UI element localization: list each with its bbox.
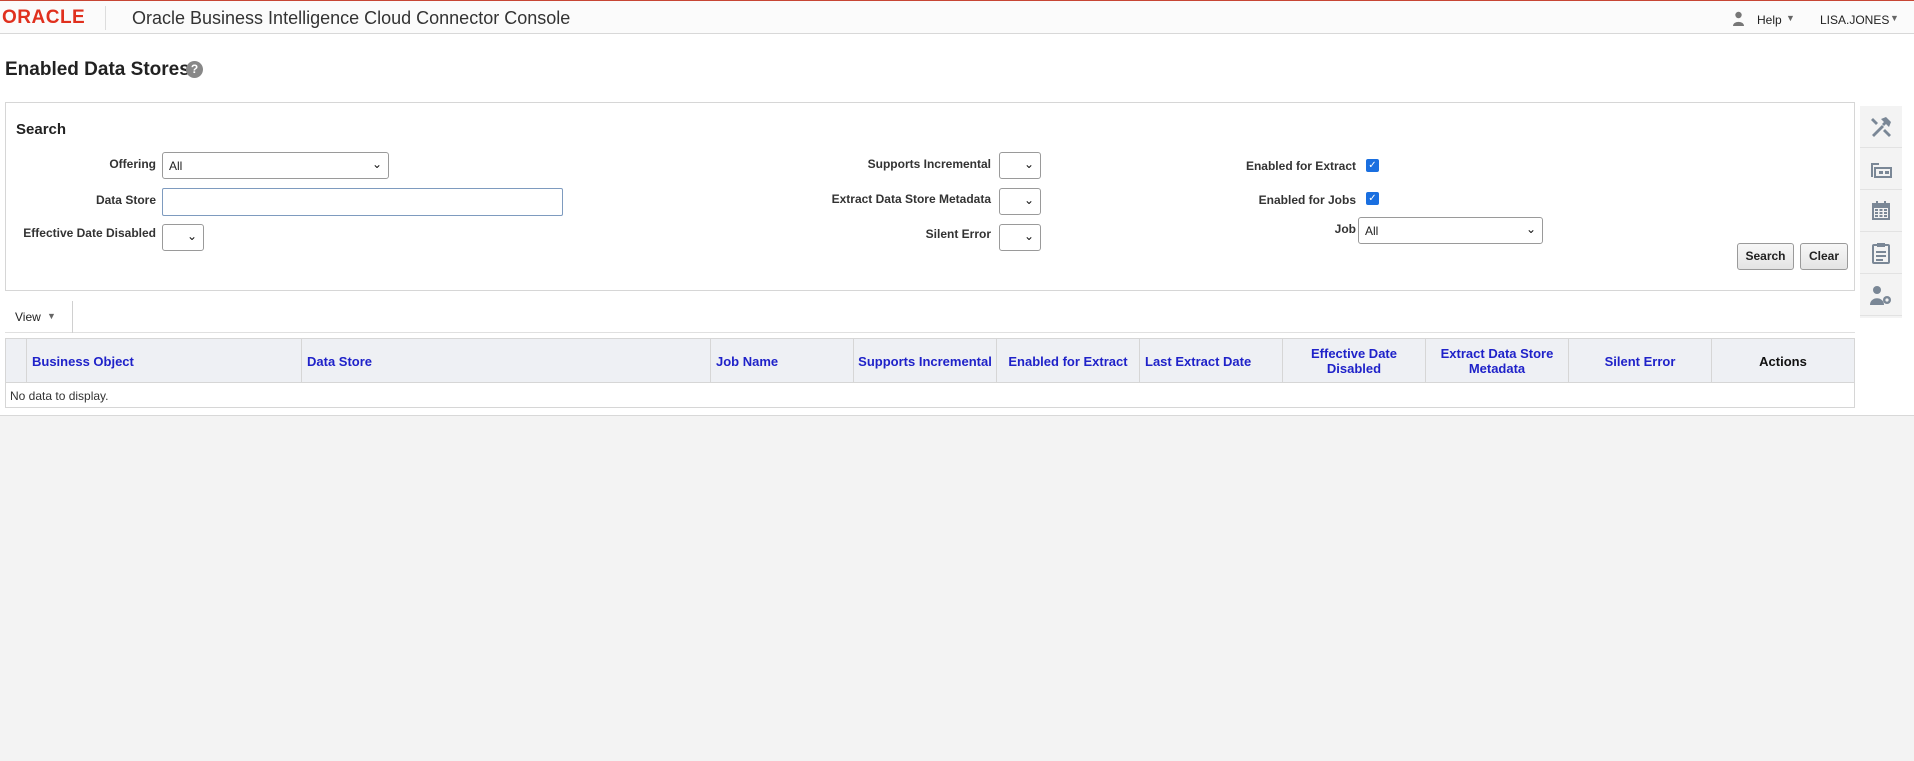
page-title: Enabled Data Stores [5, 59, 190, 80]
offering-label: Offering [109, 157, 156, 171]
chevron-down-icon[interactable]: ▼ [47, 311, 56, 321]
row-selector-header [6, 339, 27, 383]
rail-user-settings-button[interactable] [1860, 274, 1902, 316]
column-header-enabled-for-extract[interactable]: Enabled for Extract [997, 339, 1140, 383]
effective-date-disabled-select[interactable]: ⌄ [162, 224, 204, 251]
rail-calendar-button[interactable] [1860, 190, 1902, 232]
right-rail [1860, 106, 1902, 318]
extract-metadata-select[interactable]: ⌄ [999, 188, 1041, 215]
search-title: Search [16, 121, 67, 138]
help-icon[interactable]: ? [186, 61, 203, 78]
enabled-for-jobs-label: Enabled for Jobs [1258, 193, 1356, 207]
chevron-down-icon: ⌄ [1525, 222, 1536, 236]
search-panel: Search Offering All ⌄ Data Store Effecti… [5, 102, 1855, 291]
search-button[interactable]: Search [1737, 243, 1794, 270]
supports-incremental-select[interactable]: ⌄ [999, 152, 1041, 179]
supports-incremental-label: Supports Incremental [867, 157, 991, 171]
data-store-label: Data Store [95, 193, 156, 207]
clear-button[interactable]: Clear [1800, 243, 1848, 270]
column-header-last-extract-date[interactable]: Last Extract Date [1140, 339, 1283, 383]
chevron-down-icon[interactable]: ▼ [1786, 13, 1795, 23]
app-title: Oracle Business Intelligence Cloud Conne… [132, 8, 571, 28]
column-header-data-store[interactable]: Data Store [302, 339, 711, 383]
chevron-down-icon: ⌄ [1023, 193, 1034, 207]
toolbar-divider [72, 301, 73, 333]
job-label: Job [1334, 222, 1356, 236]
column-header-job-name[interactable]: Job Name [711, 339, 854, 383]
offering-select[interactable]: All ⌄ [162, 152, 389, 179]
enabled-for-jobs-checkbox[interactable]: ✓ [1366, 192, 1379, 205]
job-select-value: All [1365, 224, 1379, 238]
table-header: Business Object Data Store Job Name Supp… [6, 339, 1854, 383]
column-header-extract-data-store-metadata[interactable]: Extract Data Store Metadata [1426, 339, 1569, 383]
rail-clipboard-button[interactable] [1860, 232, 1902, 274]
rail-data-store-button[interactable] [1860, 148, 1902, 190]
data-store-input[interactable] [162, 188, 563, 216]
user-menu[interactable]: LISA.JONES [1820, 13, 1889, 27]
chevron-down-icon: ⌄ [1023, 157, 1034, 171]
view-toolbar: View ▼ [5, 301, 1855, 333]
rail-tools-button[interactable] [1860, 106, 1902, 148]
column-header-business-object[interactable]: Business Object [27, 339, 302, 383]
user-icon[interactable] [1732, 11, 1745, 26]
column-header-silent-error[interactable]: Silent Error [1569, 339, 1712, 383]
job-select[interactable]: All ⌄ [1358, 217, 1543, 244]
chevron-down-icon[interactable]: ▼ [1890, 13, 1899, 23]
chevron-down-icon: ⌄ [186, 229, 197, 243]
top-header: ORACLE Oracle Business Intelligence Clou… [0, 0, 1914, 34]
oracle-logo: ORACLE [2, 6, 106, 30]
empty-table-message: No data to display. [10, 389, 109, 403]
column-header-effective-date-disabled[interactable]: Effective Date Disabled [1283, 339, 1426, 383]
silent-error-select[interactable]: ⌄ [999, 224, 1041, 251]
calendar-icon [1872, 200, 1890, 220]
enabled-for-extract-checkbox[interactable]: ✓ [1366, 159, 1379, 172]
view-menu[interactable]: View [15, 310, 41, 324]
user-settings-icon [1870, 285, 1891, 305]
column-header-actions: Actions [1759, 353, 1807, 369]
enabled-for-extract-label: Enabled for Extract [1245, 159, 1356, 173]
offering-select-value: All [169, 159, 183, 173]
clipboard-icon [1872, 242, 1890, 264]
data-store-icon [1871, 162, 1892, 178]
help-menu[interactable]: Help [1757, 13, 1782, 27]
extract-metadata-label: Extract Data Store Metadata [831, 192, 991, 206]
chevron-down-icon: ⌄ [371, 157, 382, 171]
data-stores-table: Business Object Data Store Job Name Supp… [5, 338, 1855, 408]
silent-error-label: Silent Error [925, 227, 991, 241]
column-header-supports-incremental[interactable]: Supports Incremental [854, 339, 997, 383]
tools-icon [1871, 116, 1891, 137]
chevron-down-icon: ⌄ [1023, 229, 1034, 243]
main-panel: Enabled Data Stores ? Search Offering Al… [0, 34, 1914, 416]
effective-date-disabled-label: Effective Date Disabled [23, 226, 156, 240]
